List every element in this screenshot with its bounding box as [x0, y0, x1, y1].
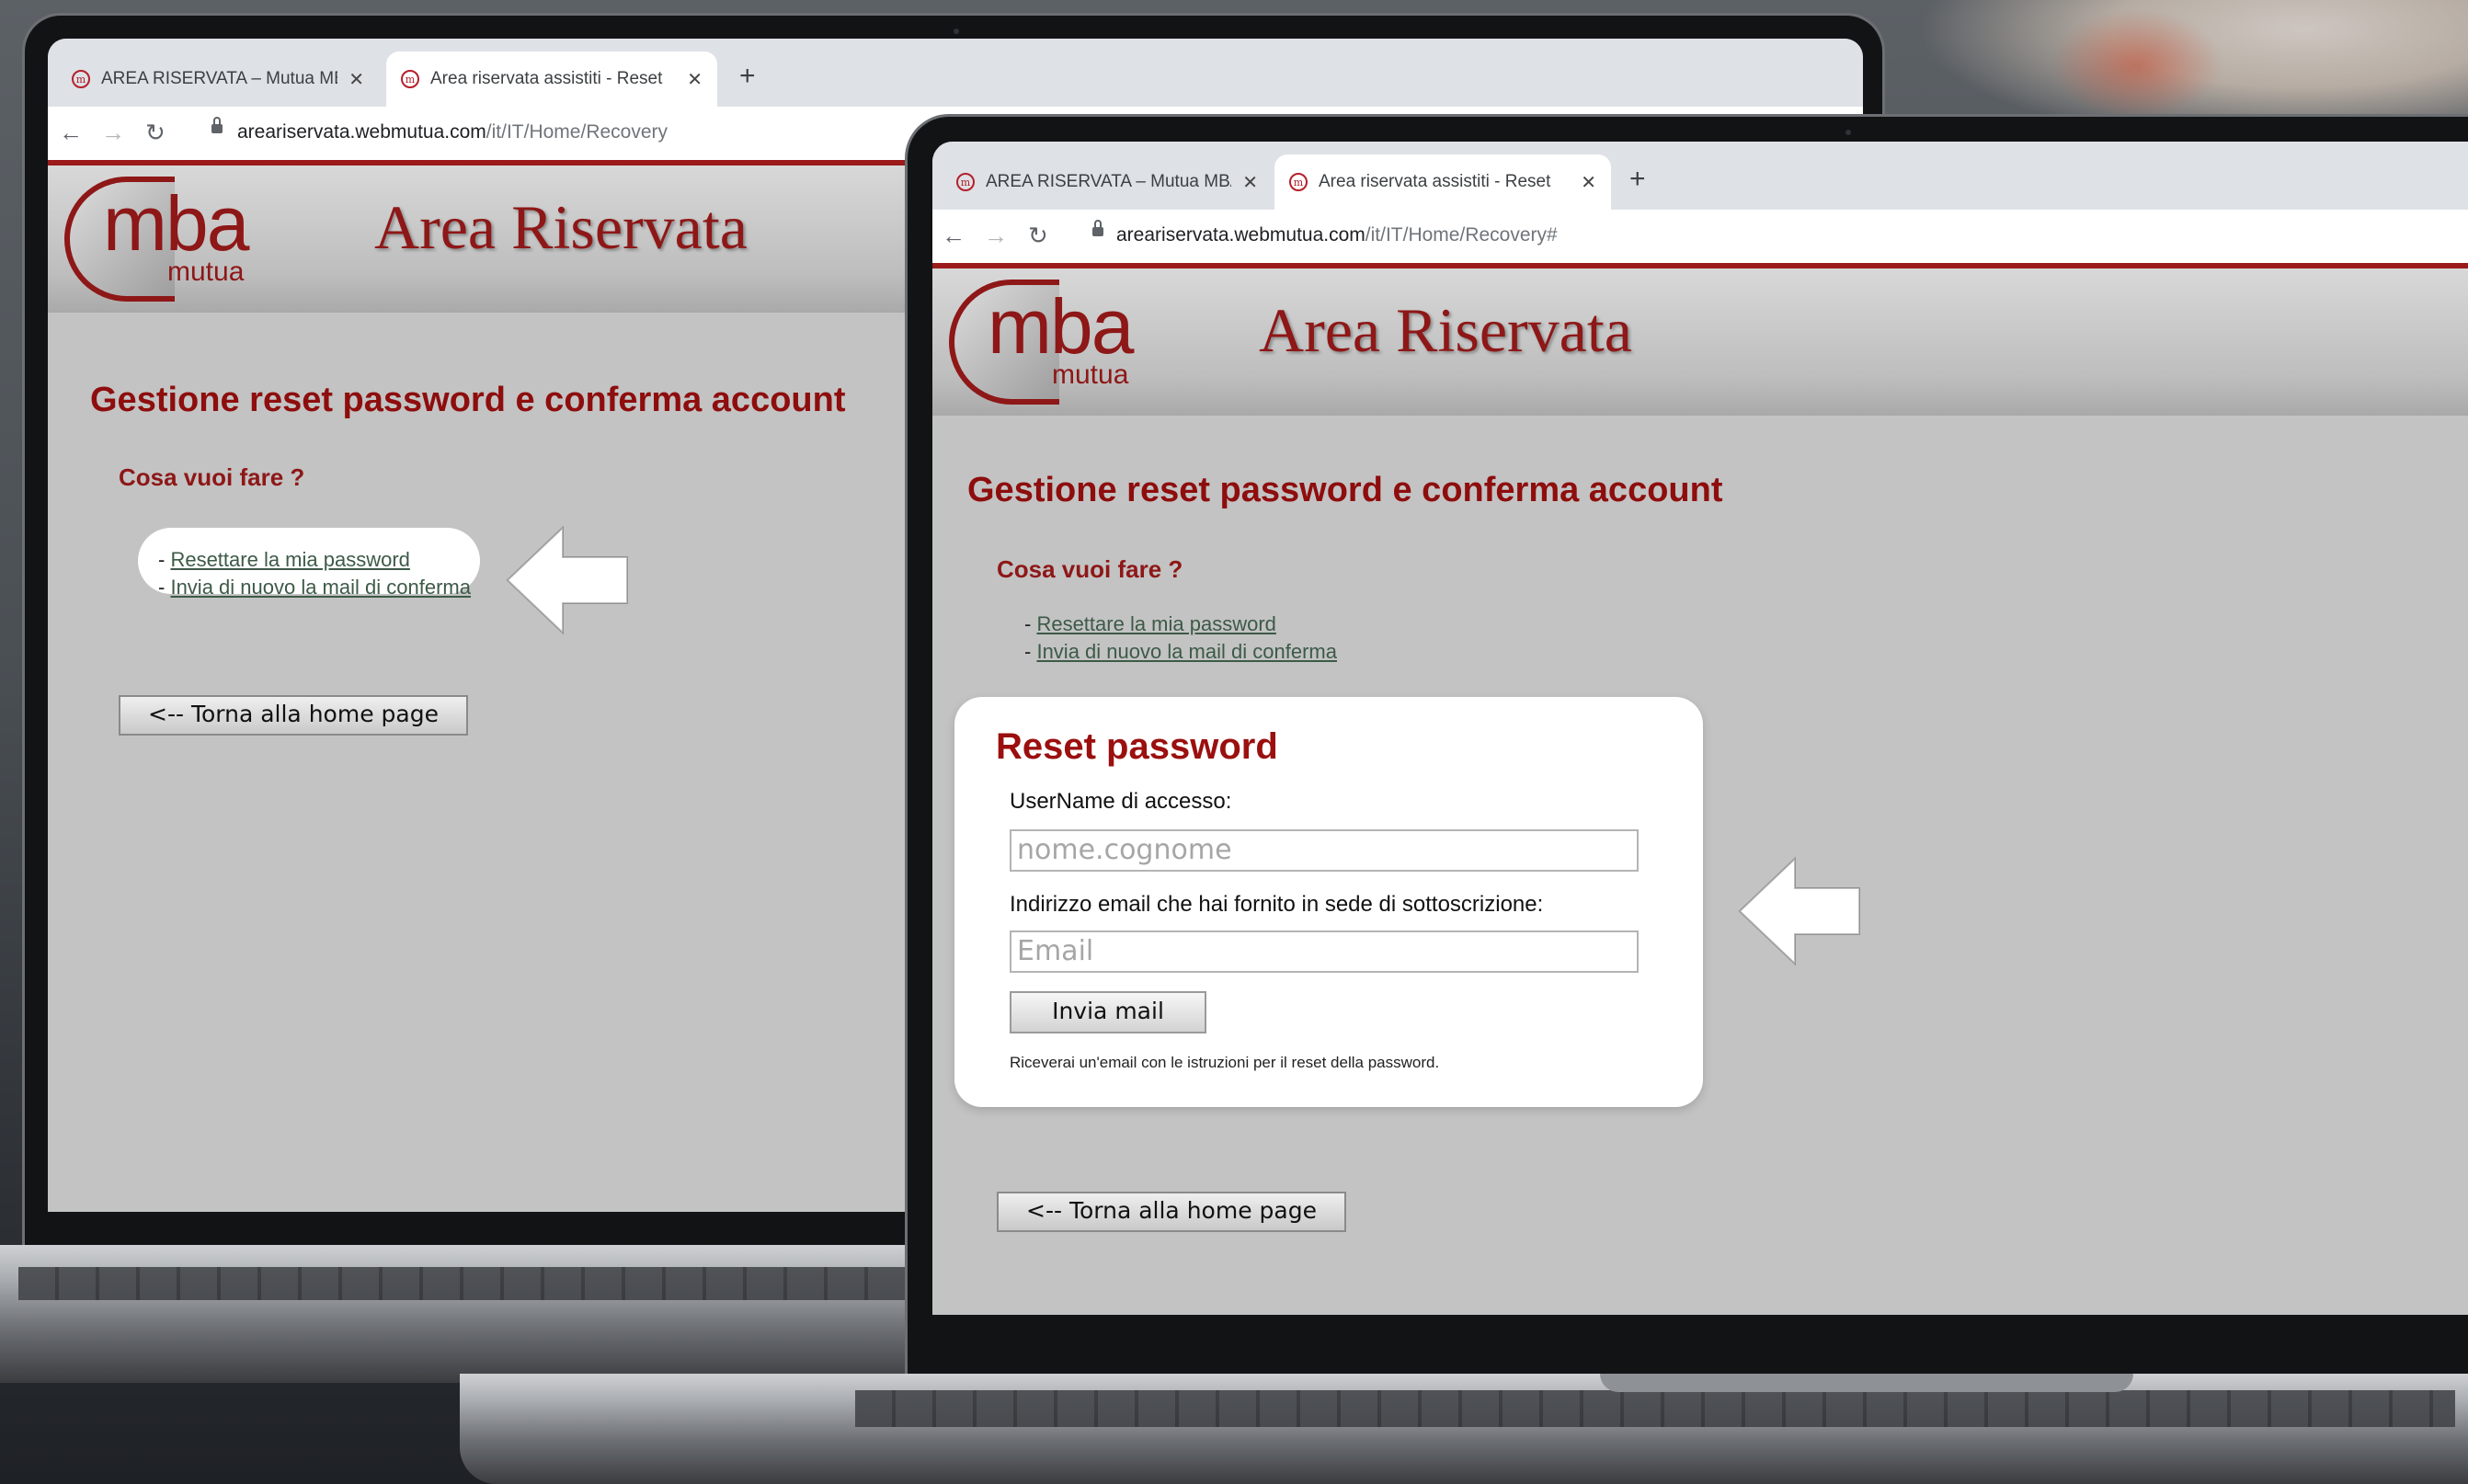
- tab-title: AREA RISERVATA – Mutua MBA: [101, 69, 338, 88]
- laptop-back-camera: [954, 29, 959, 34]
- pointer-arrow-icon: [506, 525, 628, 635]
- options-list: - Resettare la mia password - Invia di n…: [158, 546, 471, 601]
- new-tab-icon[interactable]: +: [739, 63, 756, 90]
- header-title: Area Riservata: [1259, 295, 1632, 365]
- url-domain: areariservata.webmutua.com: [1116, 224, 1365, 245]
- tab-reset[interactable]: m Area riservata assistiti - Reset ✕: [1274, 154, 1611, 210]
- email-input[interactable]: Email: [1010, 930, 1639, 973]
- list-item: - Invia di nuovo la mail di conferma: [158, 576, 471, 599]
- list-item: - Invia di nuovo la mail di conferma: [1024, 640, 1337, 663]
- lock-icon: [211, 117, 223, 133]
- tab-title: Area riservata assistiti - Reset: [1319, 172, 1551, 191]
- username-input[interactable]: nome.cognome: [1010, 829, 1639, 872]
- page-heading: Gestione reset password e conferma accou…: [967, 471, 1723, 509]
- mba-logo-icon: m: [1289, 173, 1308, 191]
- back-arrow-icon[interactable]: ←: [59, 118, 83, 147]
- reset-password-link[interactable]: Resettare la mia password: [1036, 612, 1275, 635]
- close-icon[interactable]: ✕: [1581, 171, 1596, 194]
- reset-note: Riceverai un'email con le istruzioni per…: [1010, 1054, 1440, 1071]
- tab-bar: m AREA RISERVATA – Mutua MBA ✕ m Area ri…: [48, 39, 1863, 107]
- resend-confirmation-link[interactable]: Invia di nuovo la mail di conferma: [1036, 640, 1337, 663]
- home-page-button[interactable]: <-- Torna alla home page: [997, 1192, 1346, 1232]
- url-path: /it/IT/Home/Recovery: [486, 121, 668, 143]
- reload-icon[interactable]: ↻: [145, 118, 166, 147]
- laptop-front-camera: [1845, 130, 1851, 135]
- tab-area-riservata[interactable]: m AREA RISERVATA – Mutua MBA ✕: [942, 154, 1273, 210]
- keyboard: [18, 1267, 993, 1300]
- url-field[interactable]: areariservata.webmutua.com/it/IT/Home/Re…: [237, 121, 668, 143]
- site-header: mba mutua Area Riservata: [932, 268, 2468, 416]
- back-arrow-icon[interactable]: ←: [942, 221, 965, 250]
- laptop-front-screen: m AREA RISERVATA – Mutua MBA ✕ m Area ri…: [932, 142, 2468, 1315]
- mutua-logo-icon: m: [72, 70, 90, 88]
- laptop-back-base: [0, 1245, 1011, 1383]
- tab-area-riservata[interactable]: m AREA RISERVATA – Mutua MBA ✕: [57, 51, 379, 107]
- url-domain: areariservata.webmutua.com: [237, 121, 486, 143]
- pointer-arrow-icon: [1738, 856, 1860, 966]
- site-logo-sub: mutua: [167, 257, 245, 287]
- new-tab-icon[interactable]: +: [1629, 166, 1646, 193]
- options-list: - Resettare la mia password - Invia di n…: [1024, 611, 1337, 666]
- question-label: Cosa vuoi fare ?: [997, 555, 1183, 583]
- url-field[interactable]: areariservata.webmutua.com/it/IT/Home/Re…: [1116, 224, 1558, 246]
- tab-reset[interactable]: m Area riservata assistiti - Reset ✕: [386, 51, 717, 107]
- site-logo[interactable]: mba: [103, 182, 249, 265]
- page-heading: Gestione reset password e conferma accou…: [90, 381, 846, 419]
- url-path: /it/IT/Home/Recovery#: [1365, 224, 1558, 245]
- reload-icon[interactable]: ↻: [1028, 221, 1048, 250]
- forward-arrow-icon[interactable]: →: [984, 221, 1008, 250]
- send-mail-button[interactable]: Invia mail: [1010, 991, 1206, 1033]
- reset-title: Reset password: [996, 726, 1278, 767]
- laptop-front: m AREA RISERVATA – Mutua MBA ✕ m Area ri…: [460, 110, 2468, 1484]
- background-flower: [2036, 0, 2238, 129]
- question-label: Cosa vuoi fare ?: [119, 463, 305, 491]
- username-label: UserName di accesso:: [1010, 789, 1232, 814]
- resend-confirmation-link[interactable]: Invia di nuovo la mail di conferma: [170, 576, 471, 599]
- tab-bar: m AREA RISERVATA – Mutua MBA ✕ m Area ri…: [932, 142, 2468, 210]
- home-page-button[interactable]: <-- Torna alla home page: [119, 695, 468, 736]
- reset-password-link[interactable]: Resettare la mia password: [170, 548, 409, 571]
- forward-arrow-icon[interactable]: →: [101, 118, 125, 147]
- email-label: Indirizzo email che hai fornito in sede …: [1010, 892, 1544, 917]
- site-logo[interactable]: mba: [988, 285, 1134, 368]
- list-item: - Resettare la mia password: [158, 548, 410, 571]
- site-logo-sub: mutua: [1052, 360, 1129, 390]
- reset-password-card: Reset password UserName di accesso: nome…: [954, 697, 1703, 1107]
- tab-title: Area riservata assistiti - Reset: [430, 69, 663, 88]
- keyboard: [855, 1390, 2455, 1427]
- close-icon[interactable]: ✕: [1242, 171, 1258, 194]
- mutua-logo-icon: m: [956, 173, 975, 191]
- address-bar: ← → ↻ areariservata.webmutua.com/it/IT/H…: [932, 210, 2468, 264]
- laptop-front-base: [460, 1374, 2468, 1484]
- header-title: Area Riservata: [374, 192, 748, 262]
- web-page: mba mutua Area Riservata Gestione reset …: [932, 263, 2468, 1315]
- laptop-notch: [1600, 1374, 2133, 1392]
- tab-title: AREA RISERVATA – Mutua MBA: [986, 172, 1232, 191]
- close-icon[interactable]: ✕: [687, 68, 703, 91]
- list-item: - Resettare la mia password: [1024, 612, 1276, 635]
- lock-icon: [1092, 220, 1103, 236]
- close-icon[interactable]: ✕: [348, 68, 364, 91]
- mba-logo-icon: m: [401, 70, 419, 88]
